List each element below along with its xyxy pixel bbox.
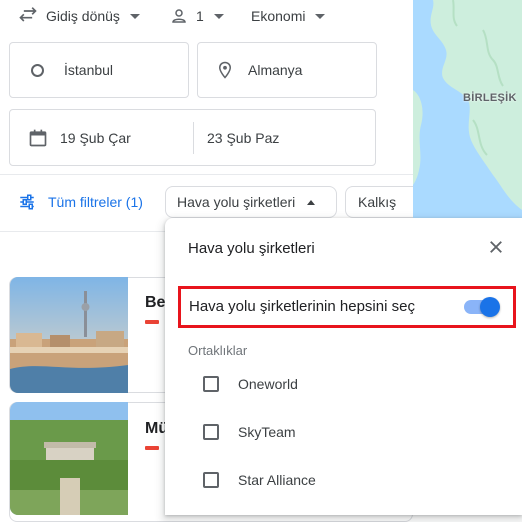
checkbox[interactable] xyxy=(203,472,219,488)
airlines-chip-label: Hava yolu şirketleri xyxy=(177,194,296,210)
airline-logo xyxy=(145,320,159,324)
airlines-filter-popup: Hava yolu şirketleri Hava yolu şirketler… xyxy=(165,218,522,515)
all-filters-button[interactable]: Tüm filtreler (1) xyxy=(18,186,143,218)
trip-type-label: Gidiş dönüş xyxy=(46,8,120,24)
select-all-label: Hava yolu şirketlerinin hepsini seç xyxy=(189,298,415,315)
alliance-label: SkyTeam xyxy=(238,424,296,440)
date-range-field: 19 Şub Çar 23 Şub Paz xyxy=(9,109,376,166)
chevron-down-icon xyxy=(315,13,326,19)
trip-options-bar: Gidiş dönüş 1 Ekonomi xyxy=(0,0,413,32)
checkbox[interactable] xyxy=(203,424,219,440)
divider xyxy=(0,174,413,175)
alliances-section-label: Ortaklıklar xyxy=(188,343,248,358)
popup-title: Hava yolu şirketleri xyxy=(188,240,315,257)
alliance-option-oneworld[interactable]: Oneworld xyxy=(203,372,298,396)
destination-photo-munich xyxy=(10,402,128,515)
checkbox[interactable] xyxy=(203,376,219,392)
destination-field[interactable]: Almanya xyxy=(197,42,377,98)
depart-date-value: 19 Şub Çar xyxy=(60,129,131,146)
chevron-up-icon xyxy=(307,199,316,205)
alliance-label: Star Alliance xyxy=(238,472,316,488)
trip-type-select[interactable]: Gidiş dönüş xyxy=(18,0,140,32)
chevron-down-icon xyxy=(213,13,224,19)
cabin-class-select[interactable]: Ekonomi xyxy=(251,0,326,32)
calendar-icon xyxy=(29,129,47,146)
tune-icon xyxy=(20,194,34,210)
airlines-filter-chip[interactable]: Hava yolu şirketleri xyxy=(165,186,337,218)
return-date-field[interactable]: 23 Şub Paz xyxy=(193,110,279,165)
map-view[interactable]: BİRLEŞİK xyxy=(413,0,522,218)
cabin-class-label: Ekonomi xyxy=(251,8,306,24)
chevron-down-icon xyxy=(129,13,140,19)
origin-circle-icon xyxy=(31,63,44,77)
destination-value: Almanya xyxy=(248,62,303,78)
return-date-value: 23 Şub Paz xyxy=(207,129,280,146)
airline-logo xyxy=(145,446,159,450)
depart-date-field[interactable]: 19 Şub Çar xyxy=(10,110,193,165)
alliance-label: Oneworld xyxy=(238,376,298,392)
map-land-shapes xyxy=(413,0,522,210)
select-all-toggle-knob[interactable] xyxy=(480,297,500,317)
alliance-option-skyteam[interactable]: SkyTeam xyxy=(203,420,296,444)
origin-field[interactable]: İstanbul xyxy=(9,42,189,98)
person-icon xyxy=(172,9,186,23)
location-pin-icon xyxy=(218,61,232,79)
map-country-label: BİRLEŞİK xyxy=(463,92,517,104)
passenger-count: 1 xyxy=(196,8,204,24)
passenger-select[interactable]: 1 xyxy=(170,0,224,32)
departure-chip-label: Kalkış xyxy=(358,194,397,210)
all-filters-label: Tüm filtreler (1) xyxy=(48,194,143,210)
destination-photo-berlin xyxy=(10,277,128,393)
swap-arrows-icon xyxy=(19,7,37,22)
alliance-option-star-alliance[interactable]: Star Alliance xyxy=(203,468,316,492)
origin-value: İstanbul xyxy=(64,62,114,78)
close-icon[interactable] xyxy=(487,238,505,256)
date-divider xyxy=(193,122,194,154)
